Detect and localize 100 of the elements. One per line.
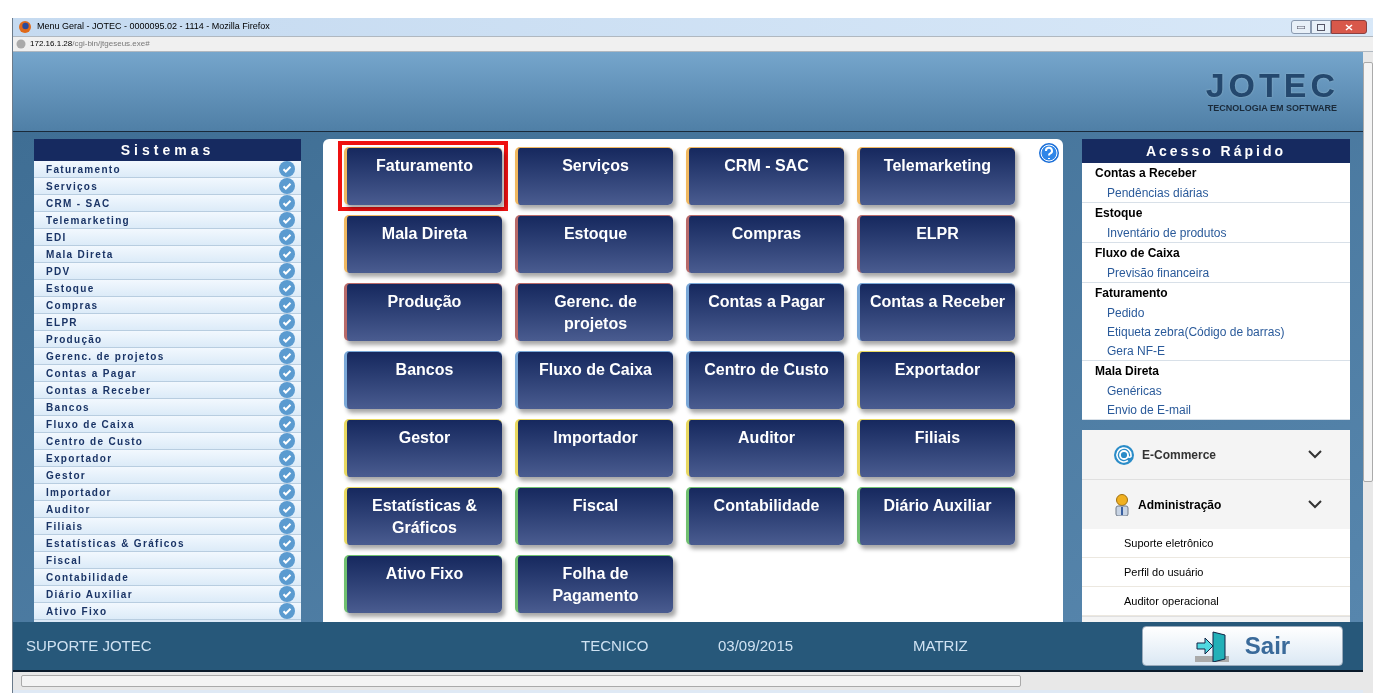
check-icon <box>279 416 295 432</box>
check-icon <box>279 382 295 398</box>
window-title: Menu Geral - JOTEC - 0000095.02 - 1114 - Mozilla Firefox <box>37 20 270 34</box>
admin-link[interactable]: Perfil do usuário <box>1082 558 1350 587</box>
chevron-down-icon <box>1308 450 1322 459</box>
sidebar-item[interactable]: Auditor <box>34 501 301 518</box>
module-button[interactable]: Exportador <box>857 351 1015 409</box>
sidebar-item[interactable]: Centro de Custo <box>34 433 301 450</box>
door-exit-icon <box>1194 630 1229 662</box>
sidebar-item[interactable]: Gestor <box>34 467 301 484</box>
quick-link[interactable]: Etiqueta zebra(Código de barras) <box>1082 323 1350 342</box>
module-button[interactable]: Estoque <box>515 215 673 273</box>
module-button[interactable]: Centro de Custo <box>686 351 844 409</box>
module-button[interactable]: ELPR <box>857 215 1015 273</box>
check-icon <box>279 569 295 585</box>
module-button[interactable]: Gerenc. de projetos <box>515 283 673 341</box>
exit-button[interactable]: Sair <box>1142 626 1343 666</box>
sidebar-item[interactable]: Bancos <box>34 399 301 416</box>
sidebar-item[interactable]: Faturamento <box>34 161 301 178</box>
sidebar-item[interactable]: Exportador <box>34 450 301 467</box>
sidebar-item[interactable]: ELPR <box>34 314 301 331</box>
check-icon <box>279 331 295 347</box>
vertical-scrollbar[interactable] <box>1363 52 1373 693</box>
sidebar-item[interactable]: Estatísticas & Gráficos <box>34 535 301 552</box>
check-icon <box>279 518 295 534</box>
quick-link[interactable]: Genéricas <box>1082 382 1350 401</box>
check-icon <box>279 399 295 415</box>
sidebar-item[interactable]: Fluxo de Caixa <box>34 416 301 433</box>
sidebar-item[interactable]: Mala Direta <box>34 246 301 263</box>
accordion-header[interactable]: Administração <box>1082 480 1350 529</box>
maximize-icon <box>1317 23 1325 31</box>
module-button[interactable]: CRM - SAC <box>686 147 844 205</box>
sidebar-item[interactable]: Gerenc. de projetos <box>34 348 301 365</box>
sidebar-item[interactable]: EDI <box>34 229 301 246</box>
check-icon <box>279 450 295 466</box>
sidebar-item[interactable]: Contas a Receber <box>34 382 301 399</box>
module-button[interactable]: Contas a Receber <box>857 283 1015 341</box>
module-button[interactable]: Mala Direta <box>344 215 502 273</box>
sidebar-item[interactable]: Serviços <box>34 178 301 195</box>
check-icon <box>279 484 295 500</box>
check-icon <box>279 297 295 313</box>
module-button[interactable]: Gestor <box>344 419 502 477</box>
check-icon <box>279 263 295 279</box>
sidebar-title: Sistemas <box>34 139 301 161</box>
check-icon <box>279 552 295 568</box>
check-icon <box>279 603 295 619</box>
sidebar-item[interactable]: Fiscal <box>34 552 301 569</box>
branch-name: MATRIZ <box>913 635 968 656</box>
sidebar-item[interactable]: Contas a Pagar <box>34 365 301 382</box>
logo: JOTEC TECNOLOGIA EM SOFTWARE <box>1205 67 1339 115</box>
check-icon <box>279 161 295 177</box>
module-button[interactable]: Importador <box>515 419 673 477</box>
module-button[interactable]: Fluxo de Caixa <box>515 351 673 409</box>
firefox-icon <box>19 21 31 33</box>
module-button[interactable]: Filiais <box>857 419 1015 477</box>
admin-link[interactable]: Suporte eletrônico <box>1082 529 1350 558</box>
check-icon <box>279 501 295 517</box>
horizontal-scrollbar[interactable] <box>13 672 1363 690</box>
module-button[interactable]: Contabilidade <box>686 487 844 545</box>
sidebar-item[interactable]: Filiais <box>34 518 301 535</box>
module-button[interactable]: Estatísticas & Gráficos <box>344 487 502 545</box>
close-button[interactable] <box>1331 20 1367 34</box>
module-button[interactable]: Telemarketing <box>857 147 1015 205</box>
sidebar-item[interactable]: Produção <box>34 331 301 348</box>
user-group: SUPORTE JOTEC <box>26 634 581 658</box>
sidebar-item[interactable]: Estoque <box>34 280 301 297</box>
sidebar-item[interactable]: Telemarketing <box>34 212 301 229</box>
help-icon[interactable] <box>1039 143 1059 163</box>
check-icon <box>279 365 295 381</box>
module-button[interactable]: Diário Auxiliar <box>857 487 1015 545</box>
sidebar-item[interactable]: CRM - SAC <box>34 195 301 212</box>
module-button[interactable]: Folha de Pagamento <box>515 555 673 613</box>
module-button[interactable]: Faturamento <box>344 147 502 205</box>
sidebar-item[interactable]: Importador <box>34 484 301 501</box>
module-button[interactable]: Serviços <box>515 147 673 205</box>
accordion-header[interactable]: E-Commerce <box>1082 430 1350 479</box>
sidebar-item[interactable]: Contabilidade <box>34 569 301 586</box>
date-text: 03/09/2015 <box>718 635 795 656</box>
sidebar-item[interactable]: Compras <box>34 297 301 314</box>
admin-link[interactable]: Auditor operacional <box>1082 587 1350 616</box>
check-icon <box>279 314 295 330</box>
sidebar-item[interactable]: PDV <box>34 263 301 280</box>
check-icon <box>279 229 295 245</box>
module-button[interactable]: Contas a Pagar <box>686 283 844 341</box>
check-icon <box>279 535 295 551</box>
sidebar-item[interactable]: Diário Auxiliar <box>34 586 301 603</box>
quick-link[interactable]: Envio de E-mail <box>1082 401 1350 420</box>
address-bar[interactable]: 172.16.1.28/cgi-bin/jtgeseus.exe# <box>13 36 1373 52</box>
module-button[interactable]: Ativo Fixo <box>344 555 502 613</box>
module-button[interactable]: Bancos <box>344 351 502 409</box>
check-icon <box>279 433 295 449</box>
module-button[interactable]: Fiscal <box>515 487 673 545</box>
check-icon <box>279 586 295 602</box>
module-button[interactable]: Produção <box>344 283 502 341</box>
check-icon <box>279 246 295 262</box>
maximize-button[interactable] <box>1311 20 1331 34</box>
quick-link[interactable]: Pedido <box>1082 304 1350 323</box>
sidebar-item[interactable]: Ativo Fixo <box>34 603 301 620</box>
module-button[interactable]: Compras <box>686 215 844 273</box>
module-button[interactable]: Auditor <box>686 419 844 477</box>
